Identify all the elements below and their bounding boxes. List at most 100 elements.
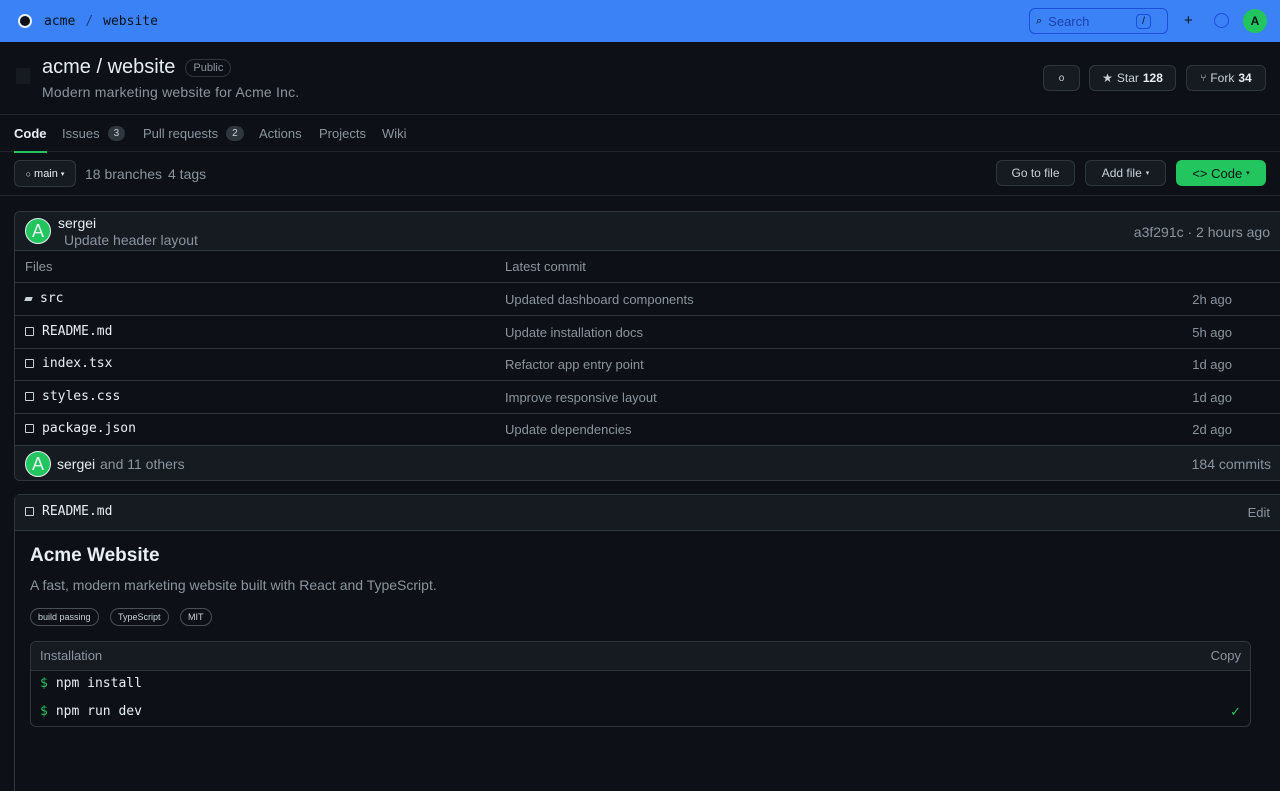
star-button[interactable]: ★ Star 128 [1089, 65, 1176, 91]
readme-header: README.md Edit [15, 495, 1280, 531]
check-icon: ✓ [1230, 704, 1241, 719]
commit-time-cell: 2d ago [1192, 422, 1232, 437]
star-count: 128 [1142, 71, 1163, 85]
user-avatar[interactable]: A [1243, 9, 1267, 33]
tab-code[interactable]: Code [14, 115, 47, 153]
file-name-cell[interactable]: src [24, 291, 63, 306]
go-to-file-label: Go to file [1011, 166, 1060, 180]
commit-author[interactable]: sergei [58, 215, 96, 231]
commit-time-cell: 2h ago [1192, 292, 1232, 307]
repo-title[interactable]: acme / website [42, 56, 175, 79]
commit-message[interactable]: Update header layout [64, 232, 198, 248]
file-name[interactable]: package.json [42, 421, 136, 436]
command-text[interactable]: npm run dev [56, 704, 142, 719]
breadcrumb: acme / website [44, 14, 158, 29]
edit-button[interactable]: Edit [1248, 505, 1270, 520]
copy-button[interactable]: Copy [1211, 648, 1241, 663]
search-box[interactable]: ⌕ / [1029, 8, 1168, 34]
author-avatar[interactable]: A [25, 218, 51, 244]
branch-select[interactable]: ○ main ▾ [14, 160, 76, 187]
readme-paragraph: A fast, modern marketing website built w… [30, 577, 437, 593]
commit-time-cell: 1d ago [1192, 357, 1232, 372]
table-row[interactable]: index.tsx Refactor app entry point 1d ag… [15, 348, 1280, 381]
file-icon [25, 392, 34, 401]
readme-badge[interactable]: TypeScript [110, 608, 169, 626]
tab-label: Actions [259, 126, 302, 141]
tags-link[interactable]: 4 tags [168, 166, 206, 182]
readme-heading: Acme Website [30, 545, 160, 566]
code-button[interactable]: <> Code ▾ [1176, 160, 1266, 186]
file-icon [25, 359, 34, 368]
repo-description: Modern marketing website for Acme Inc. [42, 84, 300, 100]
fork-button[interactable]: ⑂ Fork 34 [1186, 65, 1266, 91]
commit-msg-cell[interactable]: Update dependencies [505, 422, 632, 437]
commit-msg-cell[interactable]: Updated dashboard components [505, 292, 694, 307]
branches-link[interactable]: 18 branches [85, 166, 162, 182]
file-icon [25, 424, 34, 433]
file-name[interactable]: src [40, 291, 63, 306]
file-name-cell[interactable]: styles.css [25, 389, 120, 404]
readme-badge[interactable]: build passing [30, 608, 99, 626]
table-row[interactable]: README.md Update installation docs 5h ag… [15, 316, 1280, 349]
fork-count: 34 [1238, 71, 1252, 85]
repo-tabs: Code Issues 3 Pull requests 2 Actions Pr… [0, 114, 1280, 153]
chevron-down-icon: ▾ [1246, 170, 1250, 177]
file-table-header: Files Latest commit [15, 251, 1280, 283]
command-line: $ npm run dev [40, 704, 142, 719]
tab-wiki[interactable]: Wiki [382, 115, 407, 152]
file-name[interactable]: index.tsx [42, 356, 112, 371]
visibility-badge: Public [185, 58, 232, 77]
watch-button[interactable]: o [1043, 65, 1080, 91]
logo-icon[interactable] [18, 14, 32, 28]
tab-label: Wiki [382, 126, 407, 141]
prompt-symbol: $ [40, 704, 48, 719]
folder-icon [24, 296, 33, 301]
chevron-down-icon: ▾ [1145, 170, 1150, 177]
contributors-others[interactable]: and 11 others [100, 456, 185, 472]
tab-label: Projects [319, 126, 366, 141]
tab-pull-requests[interactable]: Pull requests 2 [143, 115, 244, 152]
search-icon: ⌕ [1036, 14, 1043, 27]
commit-count[interactable]: 184 commits [1192, 456, 1271, 472]
file-icon [25, 507, 34, 516]
breadcrumb-repo[interactable]: website [103, 14, 158, 29]
add-file-button[interactable]: Add file ▾ [1085, 160, 1166, 186]
status-ring-icon[interactable] [1214, 13, 1229, 28]
tab-label: Issues [62, 126, 100, 141]
file-name[interactable]: README.md [42, 324, 112, 339]
tab-label: Code [14, 126, 47, 141]
table-row[interactable]: styles.css Improve responsive layout 1d … [15, 381, 1280, 414]
pr-count-badge: 2 [226, 126, 244, 141]
commit-msg-cell[interactable]: Improve responsive layout [505, 390, 657, 405]
readme-filename[interactable]: README.md [42, 504, 112, 519]
repo-header: acme / website Public Modern marketing w… [0, 42, 1280, 114]
commit-msg-cell[interactable]: Refactor app entry point [505, 357, 644, 372]
tab-actions[interactable]: Actions [259, 115, 302, 152]
contributor-avatar[interactable]: A [25, 451, 51, 477]
command-text[interactable]: npm install [56, 676, 142, 691]
contributors-bar: A sergei and 11 others 184 commits [15, 446, 1280, 480]
contributor-name[interactable]: sergei [57, 456, 95, 472]
command-line: $ npm install [40, 676, 142, 691]
file-name[interactable]: styles.css [42, 389, 120, 404]
tab-issues[interactable]: Issues 3 [62, 115, 126, 152]
search-input[interactable] [1048, 13, 1131, 29]
file-name-cell[interactable]: index.tsx [25, 356, 112, 371]
branch-icon: ○ [25, 168, 32, 179]
readme-badge[interactable]: MIT [180, 608, 212, 626]
tab-label: Pull requests [143, 126, 219, 141]
star-icon: ★ [1102, 71, 1113, 85]
tab-projects[interactable]: Projects [319, 115, 366, 152]
commit-meta[interactable]: a3f291c · 2 hours ago [1134, 224, 1270, 240]
go-to-file-button[interactable]: Go to file [996, 160, 1075, 186]
new-button[interactable]: + [1184, 12, 1193, 29]
col-files: Files [25, 259, 53, 274]
breadcrumb-owner[interactable]: acme [44, 14, 75, 29]
table-row[interactable]: src Updated dashboard components 2h ago [15, 283, 1280, 316]
table-row[interactable]: package.json Update dependencies 2d ago [15, 413, 1280, 446]
code-button-label: <> Code [1192, 165, 1243, 181]
commit-msg-cell[interactable]: Update installation docs [505, 325, 643, 340]
file-icon [25, 327, 34, 336]
file-name-cell[interactable]: package.json [25, 421, 136, 436]
file-name-cell[interactable]: README.md [25, 324, 112, 339]
